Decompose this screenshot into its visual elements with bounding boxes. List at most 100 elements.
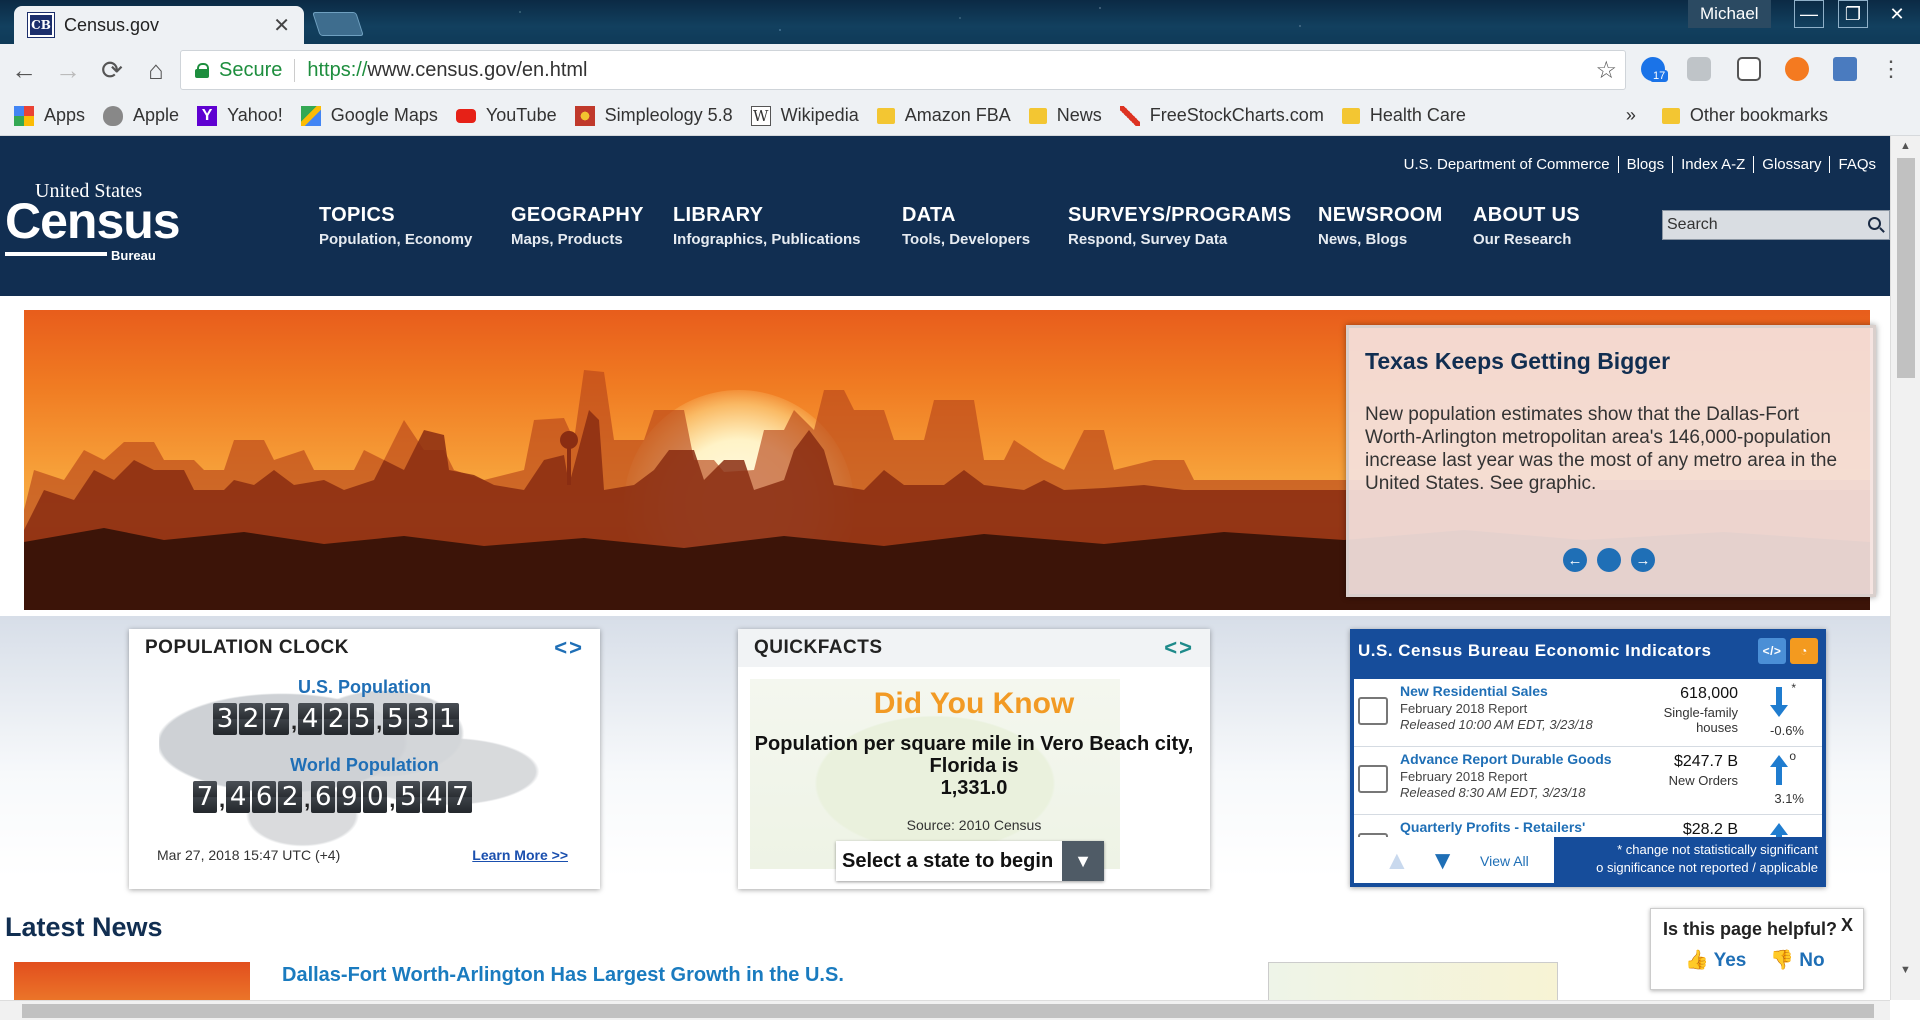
nav-library[interactable]: LIBRARY Infographics, Publications: [673, 204, 861, 248]
hero-card[interactable]: Texas Keeps Getting Bigger New populatio…: [1346, 325, 1876, 597]
helpful-prompt: Is this page helpful? X 👍 Yes 👎 No: [1650, 908, 1864, 990]
utility-links: U.S. Department of Commerce Blogs Index …: [1396, 156, 1884, 173]
close-tab-icon[interactable]: ✕: [273, 13, 290, 38]
indicator-name[interactable]: Advance Report Durable Goods: [1400, 751, 1612, 767]
nav-about[interactable]: ABOUT US Our Research: [1473, 204, 1580, 248]
link-commerce[interactable]: U.S. Department of Commerce: [1396, 156, 1618, 173]
digit-separator: ,: [376, 709, 383, 734]
embed-code-icon[interactable]: <>: [1164, 635, 1194, 661]
minimize-icon[interactable]: —: [1794, 0, 1824, 28]
extension-orange-icon[interactable]: [1780, 52, 1814, 86]
scroll-up-icon[interactable]: ▲: [1384, 845, 1410, 876]
restore-icon[interactable]: ❐: [1838, 0, 1868, 28]
menu-kebab-icon[interactable]: ⋮: [1874, 52, 1908, 86]
extension-bulb-icon[interactable]: [1732, 52, 1766, 86]
bookmark-freestockcharts[interactable]: FreeStockCharts.com: [1119, 105, 1324, 126]
secure-label: Secure: [219, 58, 296, 82]
rss-icon[interactable]: ◔: [1790, 638, 1818, 664]
home-icon[interactable]: ⌂: [136, 50, 176, 90]
nav-geography[interactable]: GEOGRAPHY Maps, Products: [511, 204, 644, 248]
close-window-icon[interactable]: ✕: [1882, 0, 1912, 28]
hero-title[interactable]: Texas Keeps Getting Bigger: [1365, 348, 1857, 375]
address-bar[interactable]: Secure https://www.census.gov/en.html ☆: [180, 50, 1626, 90]
view-all-link[interactable]: View All: [1480, 853, 1529, 869]
link-blogs[interactable]: Blogs: [1617, 156, 1673, 173]
scroll-down-icon[interactable]: ▼: [1430, 845, 1456, 876]
bookmark-yahoo[interactable]: Y Yahoo!: [197, 105, 283, 126]
embed-code-icon[interactable]: </>: [1758, 638, 1786, 664]
bookmark-wikipedia[interactable]: W Wikipedia: [750, 105, 859, 126]
bookmark-apple[interactable]: Apple: [103, 105, 179, 126]
yes-button[interactable]: 👍 Yes: [1685, 948, 1746, 972]
extension-gray-icon[interactable]: [1682, 52, 1716, 86]
counter-digit: 0: [363, 781, 388, 813]
bookmark-simpleology[interactable]: Simpleology 5.8: [574, 105, 733, 126]
forward-icon[interactable]: →: [48, 50, 88, 90]
nav-topics[interactable]: TOPICS Population, Economy: [319, 204, 472, 248]
youtube-icon: [455, 108, 476, 123]
reload-icon[interactable]: ⟳: [92, 50, 132, 90]
bookmark-google-maps[interactable]: Google Maps: [300, 105, 438, 126]
nav-data[interactable]: DATA Tools, Developers: [902, 204, 1030, 248]
counter-digit: 6: [311, 781, 336, 813]
bookmark-health-care[interactable]: Health Care: [1341, 105, 1466, 126]
nav-newsroom[interactable]: NEWSROOM News, Blogs: [1318, 204, 1443, 248]
extension-share-icon[interactable]: [1828, 52, 1862, 86]
folder-icon: [1028, 107, 1047, 124]
vertical-scrollbar[interactable]: ▲ ▼: [1890, 136, 1920, 1000]
new-tab-button[interactable]: [312, 12, 364, 36]
bookmark-star-icon[interactable]: ☆: [1595, 56, 1617, 85]
embed-code-icon[interactable]: <>: [554, 635, 584, 661]
no-button[interactable]: 👎 No: [1770, 948, 1824, 972]
carousel-next-icon[interactable]: →: [1631, 548, 1655, 572]
digit-separator: ,: [291, 709, 298, 734]
state-select[interactable]: Select a state to begin ▼: [836, 841, 1104, 881]
counter-digit: 4: [226, 781, 251, 813]
search-input[interactable]: Search: [1662, 210, 1890, 240]
world-population-counter: 7,462,690,547: [193, 781, 474, 813]
nav-surveys[interactable]: SURVEYS/PROGRAMS Respond, Survey Data: [1068, 204, 1291, 248]
horizontal-scrollbar[interactable]: [0, 1000, 1890, 1020]
browser-tab[interactable]: CB Census.gov ✕: [14, 6, 304, 44]
link-glossary[interactable]: Glossary: [1753, 156, 1829, 173]
bookmark-news[interactable]: News: [1028, 105, 1102, 126]
counter-digit: 5: [383, 703, 408, 735]
counter-digit: 3: [409, 703, 434, 735]
counter-digit: 7: [193, 781, 217, 813]
profile-button[interactable]: Michael: [1688, 0, 1771, 28]
indicator-row[interactable]: Quarterly Profits - Retailers' $28.2 B: [1354, 815, 1822, 837]
carousel-dot[interactable]: [1597, 548, 1621, 572]
search-icon[interactable]: [1868, 217, 1881, 230]
link-faqs[interactable]: FAQs: [1829, 156, 1884, 173]
census-page: U.S. Department of Commerce Blogs Index …: [0, 136, 1890, 1020]
link-index[interactable]: Index A-Z: [1672, 156, 1753, 173]
title-bar: CB Census.gov ✕ Michael — ❐ ✕: [0, 0, 1920, 44]
indicator-report: February 2018 Report: [1400, 701, 1528, 716]
bookmark-amazon-fba[interactable]: Amazon FBA: [876, 105, 1011, 126]
chart-icon: [1119, 105, 1140, 126]
browser-toolbar: ← → ⟳ ⌂ Secure https://www.census.gov/en…: [0, 44, 1920, 96]
quickfact-source: Source: 2010 Census: [906, 817, 1042, 833]
extension-cloud-icon[interactable]: 17: [1636, 52, 1670, 86]
folder-icon: [1661, 107, 1680, 124]
bookmark-youtube[interactable]: YouTube: [455, 105, 557, 126]
carousel-prev-icon[interactable]: ←: [1563, 548, 1587, 572]
learn-more-link[interactable]: Learn More >>: [472, 847, 568, 863]
population-clock-widget: POPULATION CLOCK <> U.S. Population 327,4…: [129, 629, 600, 889]
url-text[interactable]: https://www.census.gov/en.html: [295, 59, 587, 82]
indicator-report: February 2018 Report: [1400, 769, 1528, 784]
other-bookmarks[interactable]: Other bookmarks: [1661, 105, 1828, 126]
indicator-name[interactable]: Quarterly Profits - Retailers': [1400, 819, 1585, 835]
indicator-name[interactable]: New Residential Sales: [1400, 683, 1548, 699]
bookmark-apps[interactable]: Apps: [14, 105, 85, 126]
close-icon[interactable]: X: [1841, 915, 1853, 936]
indicator-row[interactable]: New Residential Sales February 2018 Repor…: [1354, 679, 1822, 747]
chevron-down-icon[interactable]: ▼: [1062, 841, 1104, 881]
indicator-row[interactable]: Advance Report Durable Goods February 201…: [1354, 747, 1822, 815]
counter-digit: 2: [239, 703, 263, 735]
back-icon[interactable]: ←: [4, 50, 44, 90]
bookmarks-overflow-button[interactable]: »: [1626, 105, 1636, 126]
indicator-value: $247.7 B: [1673, 753, 1738, 770]
counter-digit: 4: [298, 703, 323, 735]
news-headline-link[interactable]: Dallas-Fort Worth-Arlington Has Largest …: [282, 964, 844, 987]
